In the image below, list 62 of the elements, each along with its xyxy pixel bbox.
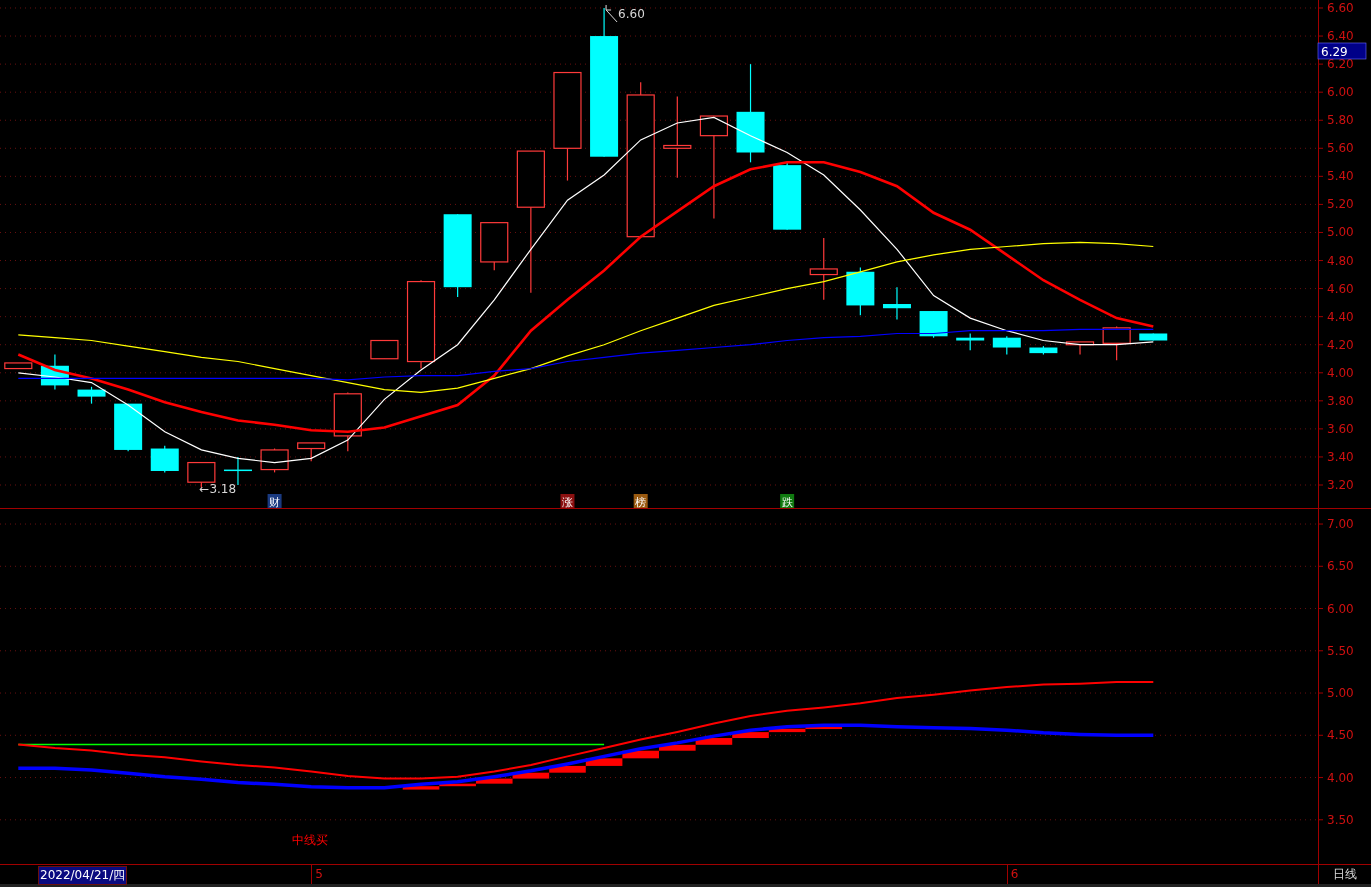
- indicator-axis-label: 5.50: [1327, 643, 1354, 658]
- event-tag[interactable]: 跌: [780, 494, 795, 509]
- price-axis-label: 3.80: [1327, 393, 1354, 408]
- candlestick: [882, 286, 911, 321]
- cursor-date-label: 2022/04/21/四: [38, 866, 128, 885]
- candlestick: [809, 237, 838, 301]
- price-axis-label: 6.60: [1327, 1, 1354, 15]
- price-axis-label: 5.20: [1327, 197, 1354, 212]
- candlestick: [260, 447, 289, 473]
- candlestick: [297, 442, 326, 462]
- price-axis-label: 3.20: [1327, 478, 1354, 492]
- indicator-axis-label: 3.50: [1327, 812, 1354, 827]
- high-price-label: 6.60: [618, 7, 645, 21]
- period-label[interactable]: 日线: [1319, 865, 1371, 884]
- signal-label: 中线买: [292, 833, 328, 847]
- price-axis-label: 5.40: [1327, 169, 1354, 184]
- candlestick: [150, 445, 179, 473]
- price-axis-label: 6.00: [1327, 85, 1354, 100]
- candlestick: [4, 362, 33, 370]
- candlestick: [114, 403, 143, 452]
- price-axis-label: 4.40: [1327, 309, 1354, 324]
- price-axis-label: 4.80: [1327, 253, 1354, 268]
- candlestick: [1102, 325, 1131, 361]
- candlestick: [223, 456, 252, 486]
- low-price-label: ←3.18: [199, 481, 237, 496]
- price-axis-label: 5.80: [1327, 113, 1354, 128]
- event-tag[interactable]: 榜: [633, 494, 648, 509]
- price-axis-label: 4.20: [1327, 337, 1354, 352]
- price-axis-label: 4.00: [1327, 365, 1354, 380]
- indicator-axis-label: 5.00: [1327, 686, 1354, 701]
- price-axis-label: 6.20: [1327, 57, 1354, 72]
- month-label: 5: [311, 865, 323, 884]
- price-axis-label: 3.60: [1327, 421, 1354, 436]
- price-axis-label: 5.00: [1327, 225, 1354, 240]
- candlestick: [333, 391, 362, 452]
- candlestick: [480, 222, 509, 271]
- candlestick: [992, 335, 1021, 356]
- indicator-axis-label: 6.00: [1327, 601, 1354, 616]
- event-tag[interactable]: 涨: [560, 494, 575, 509]
- indicator-axis-label: 4.50: [1327, 728, 1354, 743]
- price-axis-label: 3.40: [1327, 449, 1354, 464]
- candlestick: [846, 266, 875, 316]
- event-tag[interactable]: 财: [267, 494, 282, 509]
- month-label: 6: [1006, 865, 1019, 884]
- candlestick: [919, 310, 948, 339]
- indicator-axis-label: 7.00: [1327, 517, 1354, 532]
- candlestick: [370, 339, 399, 360]
- indicator-axis-label: 4.00: [1327, 770, 1354, 785]
- arrow-icon: [605, 4, 618, 23]
- candlestick: [1139, 332, 1168, 342]
- candlestick: [77, 386, 106, 405]
- candlestick: [773, 161, 802, 231]
- price-axis-label: 5.60: [1327, 141, 1354, 156]
- cursor-price-label: [1317, 42, 1367, 60]
- cursor-price-text: 6.29: [1321, 45, 1348, 59]
- candlestick: [40, 353, 69, 391]
- candlestick: [1065, 341, 1095, 356]
- candlestick: [956, 332, 985, 351]
- price-axis-label: 4.60: [1327, 281, 1354, 296]
- candlestick: [1029, 345, 1058, 356]
- indicator-axis-label: 6.50: [1327, 559, 1354, 574]
- price-axis-label: 6.40: [1327, 29, 1354, 44]
